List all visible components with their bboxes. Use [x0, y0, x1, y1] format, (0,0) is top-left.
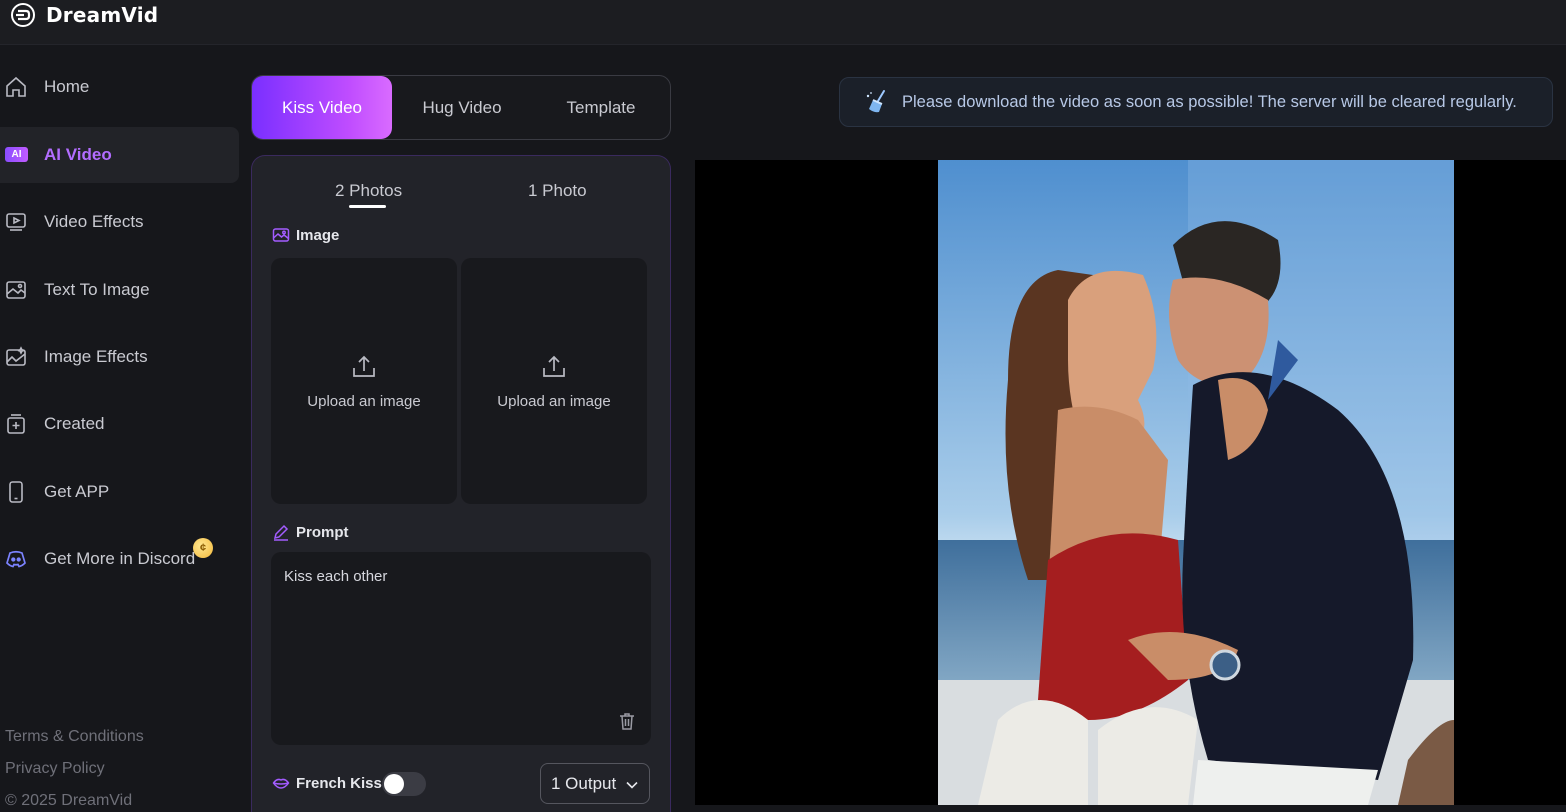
- sidebar-item-label: Get More in Discord: [44, 549, 196, 568]
- tab-hug-video[interactable]: Hug Video: [392, 76, 532, 139]
- prompt-input[interactable]: [271, 552, 651, 745]
- sidebar-item-ai-video[interactable]: AI AI Video: [0, 127, 239, 183]
- subtab-1-photo[interactable]: 1 Photo: [528, 181, 587, 201]
- sidebar-item-image-effects[interactable]: Image Effects: [0, 329, 239, 385]
- sidebar-item-label: Home: [44, 77, 90, 96]
- video-preview[interactable]: [695, 160, 1566, 805]
- french-kiss-toggle[interactable]: [382, 772, 426, 796]
- upload-image-2[interactable]: Upload an image: [461, 258, 647, 504]
- phone-icon: [4, 480, 28, 504]
- lips-icon: [272, 778, 290, 789]
- dreamvid-logo-icon: [11, 3, 35, 27]
- video-effects-icon: [4, 210, 28, 234]
- video-type-tabs: Kiss Video Hug Video Template: [251, 75, 671, 140]
- sidebar: Home AI AI Video Video Effects Text To I…: [0, 45, 240, 812]
- prompt-section-title: Prompt: [272, 523, 349, 541]
- french-kiss-title: French Kiss: [272, 774, 382, 792]
- image-effects-icon: [4, 345, 28, 369]
- top-bar: DreamVid: [0, 0, 1566, 45]
- sidebar-item-video-effects[interactable]: Video Effects: [0, 194, 239, 250]
- sidebar-item-text-to-image[interactable]: Text To Image: [0, 262, 239, 318]
- sidebar-item-label: Video Effects: [44, 212, 144, 231]
- subtab-2-photos[interactable]: 2 Photos: [335, 181, 402, 201]
- sidebar-item-label: Image Effects: [44, 347, 148, 366]
- coin-icon: ¢: [193, 538, 213, 558]
- broom-icon: [866, 90, 885, 113]
- upload-image-1[interactable]: Upload an image: [271, 258, 457, 504]
- created-icon: [4, 412, 28, 436]
- video-frame: [938, 160, 1454, 805]
- ai-badge-icon: AI: [5, 147, 28, 162]
- prompt-section-label: Prompt: [296, 523, 349, 541]
- upload-label: Upload an image: [307, 392, 421, 410]
- output-count-value: 1 Output: [551, 773, 617, 793]
- image-icon: [272, 228, 290, 242]
- upload-label: Upload an image: [497, 392, 611, 410]
- toggle-knob: [384, 774, 404, 794]
- sidebar-item-created[interactable]: Created: [0, 396, 239, 452]
- image-section-label: Image: [296, 226, 340, 244]
- server-notice-banner: Please download the video as soon as pos…: [839, 77, 1553, 127]
- preview-image: [938, 160, 1454, 805]
- generation-panel: 2 Photos 1 Photo Image Upload an image U…: [251, 155, 671, 812]
- tab-kiss-video[interactable]: Kiss Video: [252, 76, 392, 139]
- sidebar-item-label: Text To Image: [44, 280, 150, 299]
- image-section-title: Image: [272, 226, 339, 244]
- output-count-select[interactable]: 1 Output: [540, 763, 650, 804]
- logo[interactable]: DreamVid: [10, 2, 158, 28]
- sidebar-item-label: Get APP: [44, 482, 110, 501]
- text-to-image-icon: [4, 278, 28, 302]
- chevron-down-icon: [626, 781, 638, 789]
- app-name: DreamVid: [46, 3, 159, 27]
- pen-icon: [273, 524, 289, 541]
- subtab-active-indicator: [349, 205, 386, 208]
- terms-link[interactable]: Terms & Conditions: [5, 728, 144, 746]
- upload-icon: [353, 355, 375, 377]
- copyright-text: © 2025 DreamVid: [5, 792, 133, 809]
- french-kiss-label: French Kiss: [296, 774, 382, 792]
- sidebar-item-label: Created: [44, 414, 105, 433]
- discord-icon: [4, 547, 28, 571]
- notice-text: Please download the video as soon as pos…: [902, 92, 1517, 111]
- privacy-link[interactable]: Privacy Policy: [5, 760, 105, 778]
- sidebar-item-label: AI Video: [44, 145, 112, 164]
- home-icon: [4, 75, 28, 99]
- sidebar-item-get-app[interactable]: Get APP: [0, 464, 239, 520]
- upload-icon: [543, 355, 565, 377]
- tab-template[interactable]: Template: [532, 76, 670, 139]
- sidebar-item-home[interactable]: Home: [0, 59, 239, 115]
- trash-icon[interactable]: [617, 711, 637, 731]
